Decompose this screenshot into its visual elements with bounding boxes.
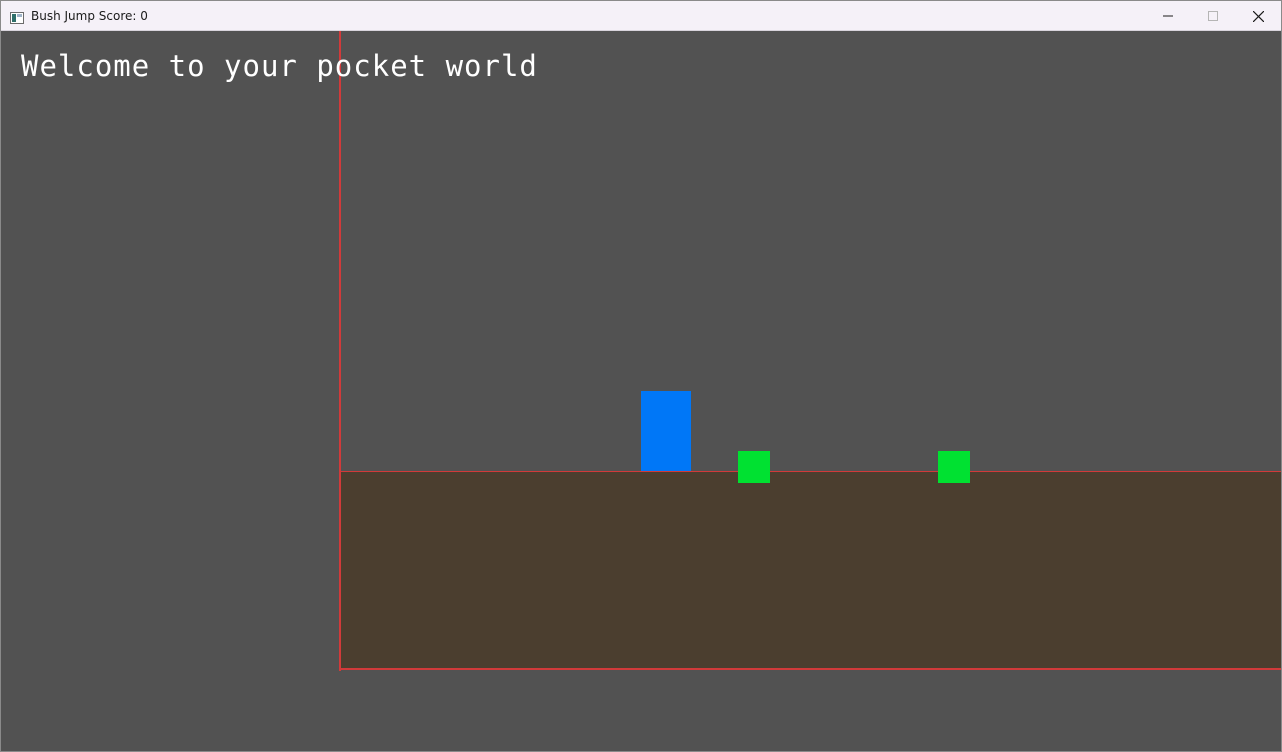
game-window: Bush Jump Score: 0 Welcome to your pocke… <box>0 0 1282 752</box>
close-icon <box>1252 10 1264 22</box>
maximize-icon <box>1208 11 1218 21</box>
window-title: Bush Jump Score: 0 <box>31 9 148 23</box>
player-character <box>641 391 691 471</box>
world-boundary-line <box>339 31 341 671</box>
bush-obstacle <box>738 451 770 483</box>
close-button[interactable] <box>1235 1 1281 31</box>
maximize-button[interactable] <box>1190 1 1236 31</box>
bush-obstacle <box>938 451 970 483</box>
welcome-message: Welcome to your pocket world <box>21 49 538 83</box>
ground-platform <box>339 471 1281 670</box>
minimize-button[interactable] <box>1145 1 1191 31</box>
minimize-icon <box>1163 11 1173 21</box>
window-app-icon <box>10 9 24 24</box>
title-bar[interactable]: Bush Jump Score: 0 <box>1 1 1281 31</box>
game-canvas[interactable]: Welcome to your pocket world <box>1 31 1281 751</box>
